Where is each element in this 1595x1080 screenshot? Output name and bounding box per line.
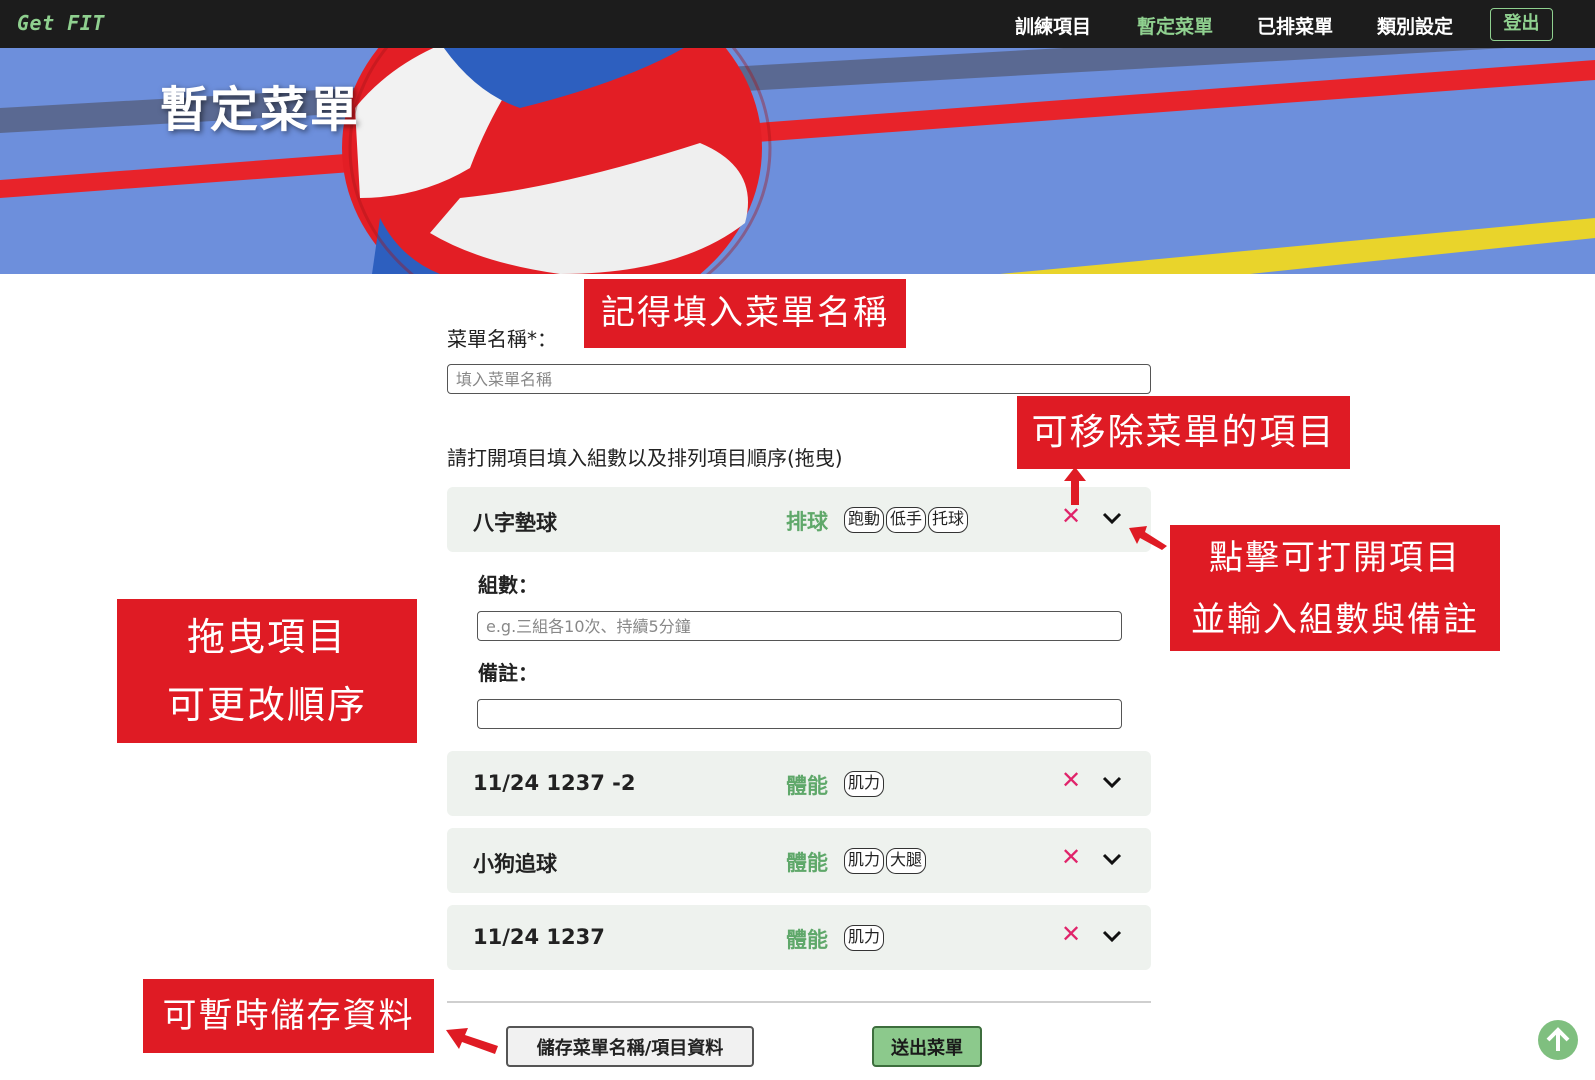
page-title: 暫定菜單 xyxy=(160,82,361,138)
menu-item-card[interactable]: 11/24 1237 體能 肌力 ✕ xyxy=(447,905,1151,970)
item-tag: 肌力 xyxy=(844,848,885,874)
arrow-left-icon xyxy=(446,1028,498,1054)
item-name: 11/24 1237 -2 xyxy=(473,771,636,795)
item-category: 排球 xyxy=(786,510,828,534)
arrow-up-circle-icon[interactable] xyxy=(1537,1019,1579,1061)
item-name: 小狗追球 xyxy=(473,852,557,876)
nav-link-scheduled-menu[interactable]: 已排菜單 xyxy=(1257,12,1333,39)
logout-button[interactable]: 登出 xyxy=(1490,8,1553,41)
annotation-remove-item: 可移除菜單的項目 xyxy=(1017,396,1350,469)
annotation-line: 並輸入組數與備註 xyxy=(1191,600,1479,640)
close-icon[interactable]: ✕ xyxy=(1061,766,1081,794)
item-tag: 大腿 xyxy=(886,848,927,874)
item-tag: 托球 xyxy=(928,507,969,533)
annotation-fill-name: 記得填入菜單名稱 xyxy=(584,279,906,348)
item-tags: 肌力 xyxy=(844,771,885,797)
item-tags: 跑動 低手 托球 xyxy=(844,507,969,533)
item-tag: 跑動 xyxy=(844,507,885,533)
submit-menu-button[interactable]: 送出菜單 xyxy=(872,1026,982,1067)
close-icon[interactable]: ✕ xyxy=(1061,502,1081,530)
chevron-down-icon[interactable] xyxy=(1101,509,1123,527)
item-category: 體能 xyxy=(786,851,828,875)
notes-input[interactable] xyxy=(477,699,1122,729)
chevron-down-icon[interactable] xyxy=(1101,850,1123,868)
item-name: 11/24 1237 xyxy=(473,925,605,949)
close-icon[interactable]: ✕ xyxy=(1061,843,1081,871)
menu-item-card[interactable]: 小狗追球 體能 肌力 大腿 ✕ xyxy=(447,828,1151,893)
annotation-line: 點擊可打開項目 xyxy=(1209,538,1461,578)
menu-item-card[interactable]: 11/24 1237 -2 體能 肌力 ✕ xyxy=(447,751,1151,816)
annotation-save-temp: 可暫時儲存資料 xyxy=(143,979,434,1053)
menu-name-label: 菜單名稱*： xyxy=(447,327,557,351)
item-category: 體能 xyxy=(786,928,828,952)
annotation-open-item: 點擊可打開項目 並輸入組數與備註 xyxy=(1170,525,1500,651)
menu-item-card[interactable]: 八字墊球 排球 跑動 低手 托球 ✕ xyxy=(447,487,1151,552)
nav-link-category-settings[interactable]: 類別設定 xyxy=(1377,12,1453,39)
notes-label: 備註： xyxy=(478,661,538,685)
annotation-line: 可更改順序 xyxy=(166,683,367,727)
save-menu-button[interactable]: 儲存菜單名稱/項目資料 xyxy=(506,1026,754,1067)
annotation-drag-item: 拖曳項目 可更改順序 xyxy=(117,599,417,743)
sets-label: 組數： xyxy=(478,573,538,597)
item-tags: 肌力 大腿 xyxy=(844,848,927,874)
item-tag: 肌力 xyxy=(844,925,885,951)
nav-link-training-items[interactable]: 訓練項目 xyxy=(1015,12,1091,39)
arrow-left-icon xyxy=(1129,526,1167,550)
divider xyxy=(447,1001,1151,1003)
instruction-text: 請打開項目填入組數以及排列項目順序(拖曳) xyxy=(447,446,843,470)
brand-logo[interactable]: Get FIT xyxy=(17,11,105,35)
page: Get FIT 訓練項目 暫定菜單 已排菜單 類別設定 登出 暫定菜單 菜單名稱… xyxy=(0,0,1595,1080)
menu-name-input[interactable] xyxy=(447,364,1151,394)
chevron-down-icon[interactable] xyxy=(1101,927,1123,945)
chevron-down-icon[interactable] xyxy=(1101,773,1123,791)
item-category: 體能 xyxy=(786,774,828,798)
close-icon[interactable]: ✕ xyxy=(1061,920,1081,948)
sets-input[interactable] xyxy=(477,611,1122,641)
hero-banner: 暫定菜單 xyxy=(0,48,1595,274)
arrow-up-icon xyxy=(1064,467,1086,505)
annotation-line: 拖曳項目 xyxy=(186,615,347,659)
item-tag: 低手 xyxy=(886,507,927,533)
nav-link-draft-menu[interactable]: 暫定菜單 xyxy=(1137,12,1213,39)
item-name: 八字墊球 xyxy=(473,511,557,535)
item-tag: 肌力 xyxy=(844,771,885,797)
item-tags: 肌力 xyxy=(844,925,885,951)
navbar: Get FIT 訓練項目 暫定菜單 已排菜單 類別設定 登出 xyxy=(0,0,1595,48)
